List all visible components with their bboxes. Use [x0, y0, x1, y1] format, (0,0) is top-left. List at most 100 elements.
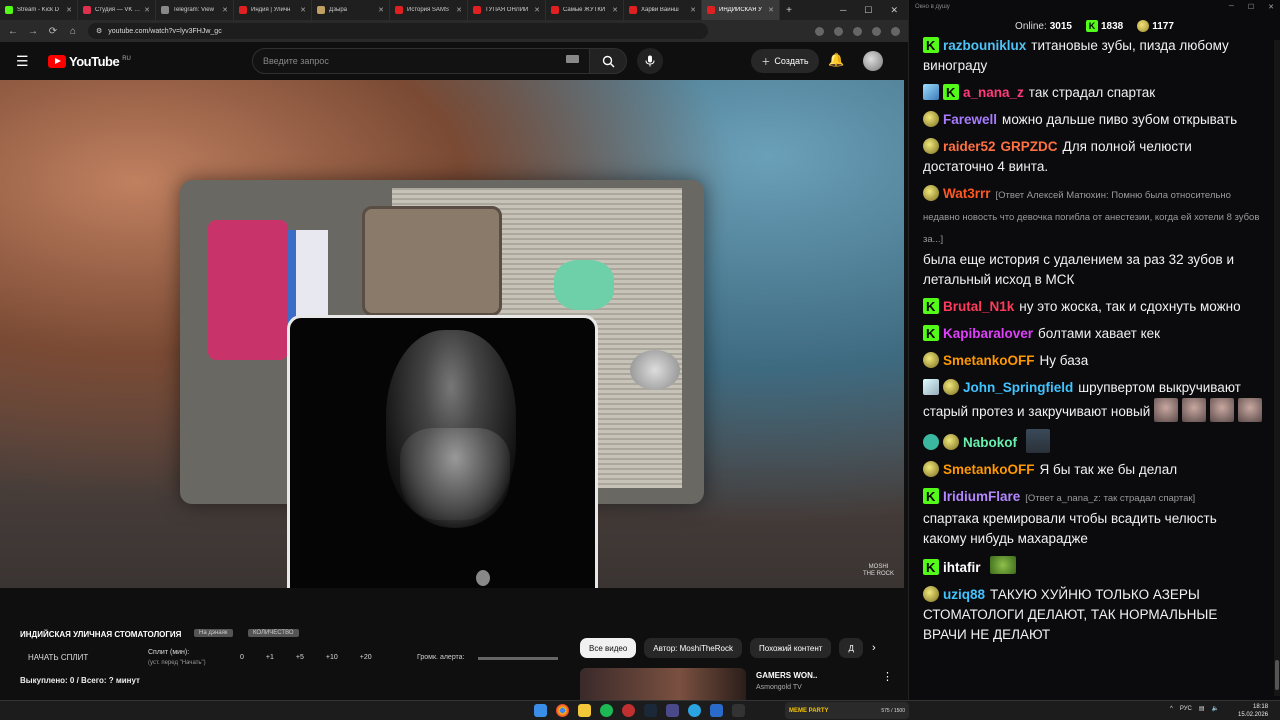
create-button[interactable]: ＋ Создать [751, 49, 819, 73]
maximize-button[interactable]: ☐ [864, 5, 872, 16]
windows-start-icon[interactable] [534, 704, 547, 717]
browser-tab[interactable]: Харви Вайнш ✕ [624, 0, 702, 20]
menu-icon[interactable]: ☰ [16, 53, 36, 70]
extension-icon[interactable] [834, 26, 843, 36]
url-field[interactable]: ⚙ youtube.com/watch?v=lyv3FHJw_gc [88, 23, 708, 39]
mic-button[interactable] [637, 48, 663, 74]
start-split-button[interactable]: НАЧАТЬ СПЛИТ [28, 653, 88, 662]
chat-username[interactable]: Wat3rrr [943, 186, 991, 201]
split-value[interactable]: 0 [240, 654, 244, 661]
chat-username[interactable]: ihtafir [943, 560, 981, 575]
chat-username[interactable]: a_nana_z [963, 85, 1024, 100]
chat-username[interactable]: raider52 [943, 139, 996, 154]
chat-username[interactable]: Nabokof [963, 435, 1017, 450]
tab-close-icon[interactable]: ✕ [690, 6, 696, 14]
home-icon[interactable]: ⌂ [68, 26, 78, 37]
spotify-icon[interactable] [600, 704, 613, 717]
app-icon[interactable] [732, 704, 745, 717]
tab-close-icon[interactable]: ✕ [378, 6, 384, 14]
chat-minimize-button[interactable]: ─ [1229, 3, 1234, 11]
browser-tab[interactable]: Stream - Kick D ✕ [0, 0, 78, 20]
download-icon[interactable] [872, 26, 881, 36]
browser-tab[interactable]: Дзыра ✕ [312, 0, 390, 20]
recommendation-thumbnail[interactable] [580, 668, 746, 700]
tab-close-icon[interactable]: ✕ [768, 6, 774, 14]
chat-username[interactable]: Farewell [943, 112, 997, 127]
tab-close-icon[interactable]: ✕ [66, 6, 72, 14]
recommendation-title[interactable]: GAMERS WON.. [756, 671, 817, 680]
chat-reply-quote[interactable]: [Ответ a_nana_z: так страдал спартак] [1025, 493, 1195, 504]
tab-close-icon[interactable]: ✕ [612, 6, 618, 14]
profile-icon[interactable] [891, 26, 900, 36]
network-icon[interactable]: ▤ [1199, 705, 1205, 712]
chevron-up-icon[interactable]: ^ [1170, 706, 1173, 712]
browser-tab[interactable]: Студия — VK Ви ✕ [78, 0, 156, 20]
chevron-right-icon[interactable]: › [872, 642, 876, 654]
recommendation-channel[interactable]: Asmongold TV [756, 684, 802, 691]
close-window-button[interactable]: ✕ [890, 5, 898, 16]
avatar[interactable] [863, 51, 883, 71]
chat-maximize-button[interactable]: ☐ [1248, 3, 1254, 11]
sub-badge-icon [923, 111, 939, 127]
chat-close-button[interactable]: ✕ [1268, 3, 1274, 11]
split-plus-5-button[interactable]: +5 [296, 654, 304, 661]
app-icon[interactable] [710, 704, 723, 717]
split-plus-20-button[interactable]: +20 [360, 654, 372, 661]
browser-tab[interactable]: История SAMS ✕ [390, 0, 468, 20]
explorer-icon[interactable] [578, 704, 591, 717]
youtube-logo[interactable]: YouTube RU [48, 54, 131, 69]
facecam-beard [400, 428, 510, 528]
chat-username[interactable]: Brutal_N1k [943, 299, 1014, 314]
chat-username[interactable]: uziq88 [943, 587, 985, 602]
online-count: 3015 [1049, 20, 1072, 32]
browser-tab[interactable]: ИНДИЙСКАЯ У ✕ [702, 0, 780, 20]
tab-close-icon[interactable]: ✕ [456, 6, 462, 14]
browser-tab[interactable]: Самые ЖУТКИ ✕ [546, 0, 624, 20]
site-info-icon[interactable]: ⚙ [96, 27, 102, 35]
alert-volume-slider[interactable] [478, 657, 558, 660]
back-icon[interactable]: ← [8, 26, 18, 37]
new-tab-button[interactable]: + [780, 5, 798, 16]
extension-icon[interactable] [815, 26, 824, 36]
extension-icon[interactable] [853, 26, 862, 36]
chat-username[interactable]: Kapibaralover [943, 326, 1033, 341]
chat-username[interactable]: John_Springfield [963, 380, 1073, 395]
chip-similar[interactable]: Похожий контент [749, 638, 832, 658]
app-icon[interactable] [666, 704, 679, 717]
volume-icon[interactable]: 🔈 [1212, 705, 1219, 712]
search-input[interactable]: Введите запрос [252, 48, 590, 74]
split-plus-10-button[interactable]: +10 [326, 654, 338, 661]
tab-close-icon[interactable]: ✕ [144, 6, 150, 14]
chip-author[interactable]: Автор: MoshiTheRock [644, 638, 742, 658]
tab-favicon-icon [629, 6, 637, 14]
chip-all-videos[interactable]: Все видео [580, 638, 637, 658]
chrome-icon[interactable] [556, 704, 569, 717]
chip-more[interactable]: Д [839, 638, 863, 658]
meme-party-widget[interactable]: MEME PARTY 575 / 1500 [785, 702, 909, 719]
chat-username[interactable]: SmetankoOFF [943, 462, 1035, 477]
forward-icon[interactable]: → [28, 26, 38, 37]
browser-tab[interactable]: Индия | Уличн ✕ [234, 0, 312, 20]
language-indicator[interactable]: РУС [1180, 706, 1192, 712]
bell-icon[interactable]: 🔔 [828, 52, 844, 68]
browser-tab[interactable]: Telegram: View ✕ [156, 0, 234, 20]
chat-username[interactable]: IridiumFlare [943, 489, 1020, 504]
browser-tab[interactable]: ТУПАЯ ОНЛИЙ ✕ [468, 0, 546, 20]
telegram-icon[interactable] [688, 704, 701, 717]
minimize-button[interactable]: ─ [840, 5, 846, 16]
search-button[interactable] [589, 48, 627, 74]
tab-close-icon[interactable]: ✕ [300, 6, 306, 14]
clock[interactable]: 18:18 15.02.2026 [1238, 703, 1268, 719]
keyboard-icon[interactable] [566, 55, 579, 63]
reload-icon[interactable]: ⟳ [48, 26, 58, 37]
chat-scrollbar[interactable] [1274, 40, 1280, 696]
app-icon[interactable] [622, 704, 635, 717]
chat-scrollbar-thumb[interactable] [1275, 660, 1279, 690]
chat-username[interactable]: razbouniklux [943, 38, 1026, 53]
more-options-icon[interactable]: ⋮ [882, 670, 893, 683]
tab-close-icon[interactable]: ✕ [534, 6, 540, 14]
split-plus-1-button[interactable]: +1 [266, 654, 274, 661]
tab-close-icon[interactable]: ✕ [222, 6, 228, 14]
chat-username[interactable]: SmetankoOFF [943, 353, 1035, 368]
steam-icon[interactable] [644, 704, 657, 717]
